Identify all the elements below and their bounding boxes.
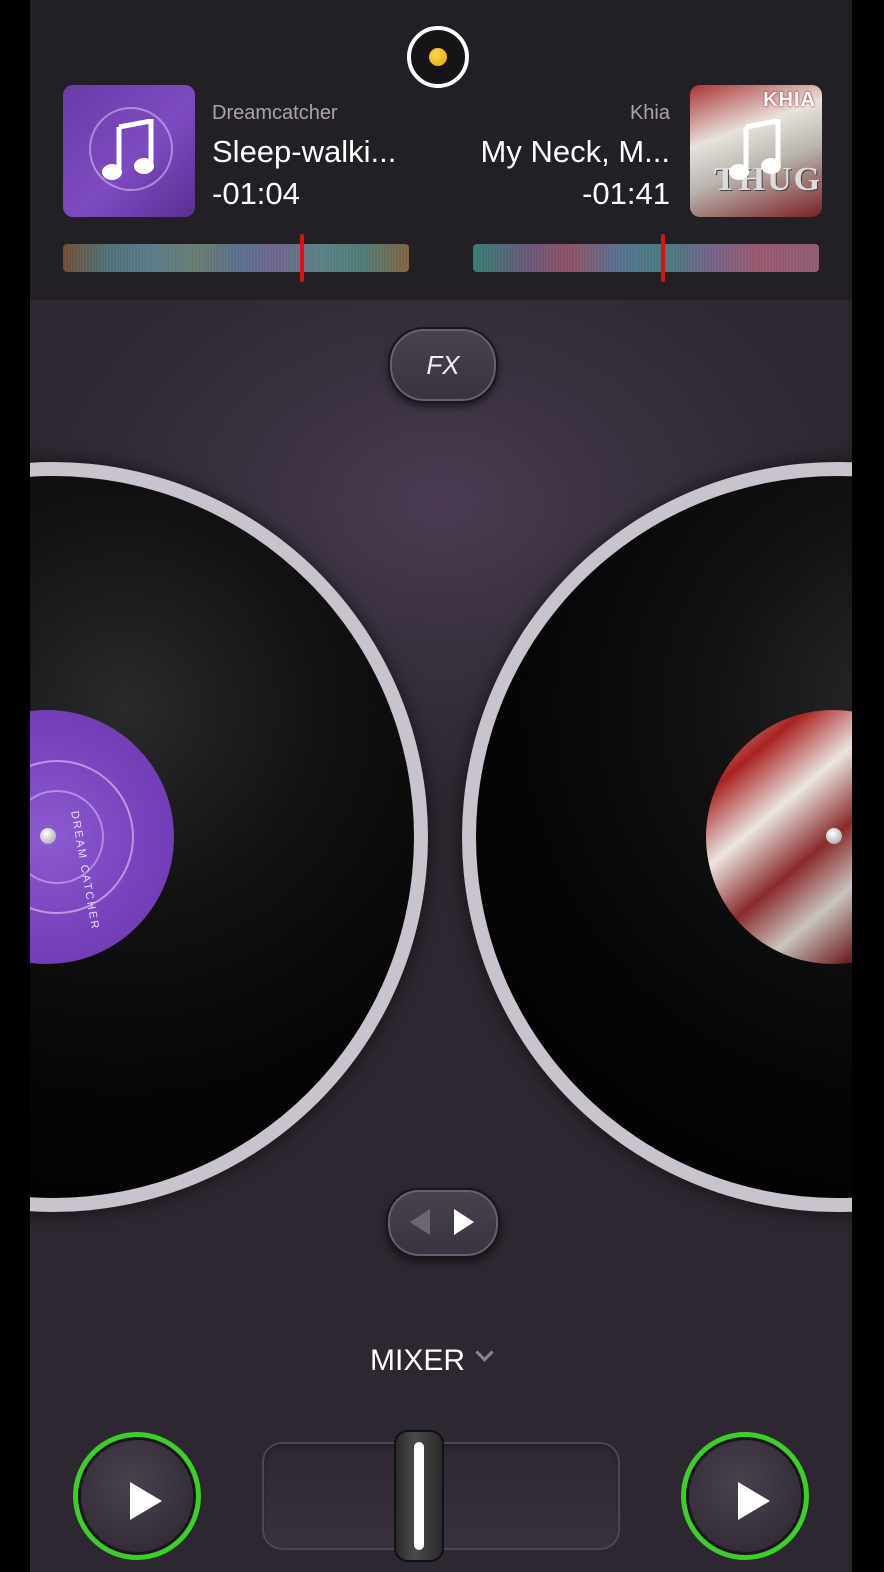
mixer-dropdown[interactable]: MIXER xyxy=(370,1343,494,1378)
remaining-time-left: -01:04 xyxy=(212,176,300,211)
cover-art-right[interactable]: KHIA THUG xyxy=(690,85,822,217)
waveform-left[interactable] xyxy=(63,244,409,272)
mixer-label: MIXER xyxy=(370,1344,466,1377)
record-button[interactable] xyxy=(407,26,469,88)
play-icon xyxy=(130,1482,162,1520)
crossfader-grip xyxy=(414,1442,425,1550)
track-title-right[interactable]: My Neck, M... xyxy=(481,134,670,170)
spindle-right xyxy=(826,828,842,844)
cover-text-khia: KHIA xyxy=(763,89,816,111)
record-indicator xyxy=(429,48,447,66)
music-note-icon xyxy=(729,119,781,180)
spindle-left xyxy=(40,828,56,844)
play-button-right[interactable] xyxy=(681,1432,809,1560)
artist-left: Dreamcatcher xyxy=(212,102,338,124)
dj-app: Dreamcatcher Sleep-walki... -01:04 Khia … xyxy=(30,0,852,1572)
chevron-down-icon xyxy=(475,1343,494,1362)
arrow-right-icon[interactable] xyxy=(454,1209,474,1235)
artist-right: Khia xyxy=(629,102,670,124)
track-title-left[interactable]: Sleep-walki... xyxy=(212,134,396,170)
fx-button[interactable]: FX xyxy=(388,327,498,403)
waveform-right[interactable] xyxy=(473,244,819,272)
playhead-left xyxy=(299,234,304,282)
deck-info-bar: Dreamcatcher Sleep-walki... -01:04 Khia … xyxy=(30,0,852,300)
deck-switch-button[interactable] xyxy=(386,1188,500,1258)
remaining-time-right: -01:41 xyxy=(582,176,670,211)
play-icon xyxy=(738,1482,770,1520)
crossfader-handle[interactable] xyxy=(396,1432,443,1560)
cover-art-left[interactable] xyxy=(63,85,195,217)
playhead-right xyxy=(661,234,666,282)
arrow-left-icon[interactable] xyxy=(410,1209,430,1235)
music-note-icon xyxy=(102,119,154,180)
play-button-left[interactable] xyxy=(73,1432,201,1560)
